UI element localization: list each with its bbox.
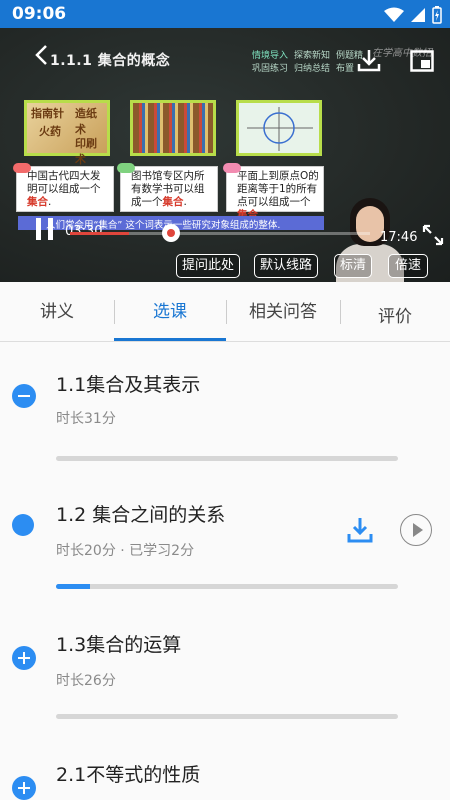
card-end: . [48, 196, 52, 208]
download-icon[interactable] [346, 516, 374, 548]
ask-here-button[interactable]: 提问此处 [176, 254, 240, 278]
slide-card: 中国古代四大发明可以组成一个集合. [13, 163, 114, 212]
expand-icon[interactable] [12, 776, 36, 800]
card-end: . [183, 196, 187, 208]
back-button[interactable] [34, 44, 48, 70]
tab-qa[interactable]: 相关问答 [226, 282, 340, 342]
tab-reviews[interactable]: 评价 [340, 282, 450, 342]
slide-menu-item: 巩固练习 [252, 64, 289, 74]
pause-icon[interactable] [34, 216, 56, 246]
lesson-progress-fill [56, 584, 91, 589]
slide-image-unit-circle [236, 100, 322, 156]
tab-handout[interactable]: 讲义 [0, 282, 114, 342]
card-marker [223, 163, 241, 173]
play-icon[interactable] [400, 514, 432, 546]
tab-bar: 讲义 选课 相关问答 评价 [0, 282, 450, 342]
card-emphasis: 集合 [27, 196, 48, 208]
lesson-list[interactable]: 1.1集合及其表示 时长31分 1.2 集合之间的关系 时长20分 · 已学习2… [0, 342, 450, 800]
card-emphasis: 集合 [162, 196, 184, 208]
card-marker [117, 163, 135, 173]
slide-image-library [130, 100, 216, 156]
slide-menu-item: 归纳总结 [294, 64, 331, 74]
active-tab-indicator [114, 338, 226, 341]
seek-bar[interactable] [70, 232, 370, 235]
slide-image-inventions: 指南针 造纸术 火药 印刷术 [24, 100, 110, 166]
status-icons [384, 6, 442, 28]
image-label: 火药 [39, 125, 61, 138]
card-marker [13, 163, 31, 173]
lesson-meta: 时长20分 · 已学习2分 [56, 543, 195, 559]
wifi-icon [384, 7, 404, 27]
picture-in-picture-icon[interactable] [410, 50, 434, 76]
slide-menu-item: 布置 [336, 64, 355, 74]
seek-bar-played [70, 232, 130, 235]
route-select-button[interactable]: 默认线路 [254, 254, 318, 278]
collapse-icon[interactable] [12, 384, 36, 408]
image-label: 印刷术 [75, 137, 97, 166]
image-label: 指南针 [31, 107, 64, 120]
speed-button[interactable]: 倍速 [388, 254, 428, 278]
lesson-progress [56, 456, 398, 461]
lesson-title: 2.1不等式的性质 [56, 764, 201, 786]
video-title: 1.1.1 集合的概念 [50, 53, 171, 69]
lesson-progress [56, 714, 398, 719]
total-time: 17:46 [380, 230, 418, 245]
card-text: 中国古代四大发明可以组成一个 [27, 170, 101, 195]
lesson-title: 1.2 集合之间的关系 [56, 504, 226, 526]
download-icon[interactable] [356, 48, 382, 76]
quality-button[interactable]: 标清 [334, 254, 372, 278]
lesson-meta: 时长31分 [56, 411, 116, 427]
image-label: 造纸术 [75, 107, 97, 136]
slide-card: 平面上到原点O的距离等于1的所有点可以组成一个集合. [223, 163, 324, 221]
video-player[interactable]: 1.1.1 集合的概念 情境导入 探索新知 例题精 巩固练习 归纳总结 布置 在学高中数… [0, 28, 450, 282]
slide-menu: 情境导入 探索新知 例题精 巩固练习 归纳总结 布置 [252, 50, 369, 76]
lesson-progress [56, 584, 398, 589]
slide-menu-item: 探索新知 [294, 51, 331, 61]
status-bar: 09:06 [0, 0, 450, 28]
lesson-title: 1.3集合的运算 [56, 634, 182, 656]
signal-icon [410, 7, 426, 27]
seek-thumb[interactable] [162, 224, 180, 242]
current-lesson-dot [12, 514, 34, 536]
slide-card: 图书馆专区内所有数学书可以组成一个集合. [117, 163, 218, 212]
battery-icon [432, 6, 442, 28]
tab-lessons[interactable]: 选课 [114, 282, 226, 342]
lesson-meta: 时长26分 [56, 673, 116, 689]
card-text: 平面上到原点O的距离等于1的所有点可以组成一个 [237, 170, 319, 208]
lesson-title: 1.1集合及其表示 [56, 374, 201, 396]
fullscreen-icon[interactable] [422, 224, 444, 250]
slide-menu-item: 情境导入 [252, 51, 289, 61]
expand-icon[interactable] [12, 646, 36, 670]
status-time: 09:06 [12, 4, 67, 24]
